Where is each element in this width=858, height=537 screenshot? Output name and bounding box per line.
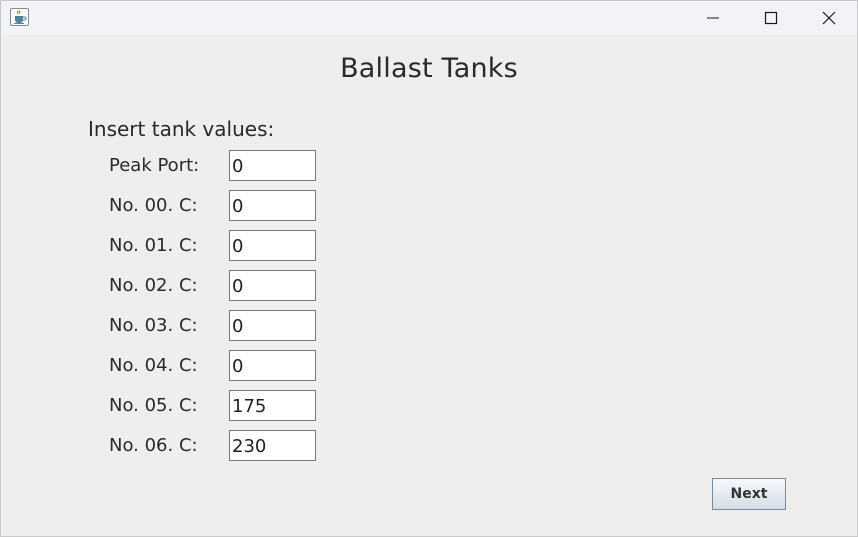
tank-value-input[interactable]	[229, 190, 316, 221]
tank-value-input[interactable]	[229, 230, 316, 261]
minimize-icon	[707, 17, 719, 19]
instructions-label: Insert tank values:	[88, 117, 275, 141]
tank-label: No. 04. C:	[109, 355, 198, 376]
close-button[interactable]	[800, 1, 858, 35]
minimize-button[interactable]	[684, 1, 742, 35]
tank-label: No. 01. C:	[109, 235, 198, 256]
tank-label: No. 05. C:	[109, 395, 198, 416]
tank-row-00: No. 00. C:	[1, 190, 401, 222]
title-bar[interactable]	[1, 1, 857, 35]
tank-value-input[interactable]	[229, 150, 316, 181]
page-title: Ballast Tanks	[340, 53, 518, 84]
close-icon	[822, 11, 836, 25]
tank-row-05: No. 05. C:	[1, 390, 401, 422]
tank-label: Peak Port:	[109, 155, 200, 176]
tank-value-input[interactable]	[229, 350, 316, 381]
next-button[interactable]: Next	[712, 478, 786, 510]
tank-row-02: No. 02. C:	[1, 270, 401, 302]
maximize-icon	[764, 11, 778, 25]
tank-label: No. 03. C:	[109, 315, 198, 336]
tank-value-input[interactable]	[229, 270, 316, 301]
java-coffee-cup-icon[interactable]	[10, 8, 29, 26]
tank-value-input[interactable]	[229, 390, 316, 421]
tank-label: No. 00. C:	[109, 195, 198, 216]
tank-row-04: No. 04. C:	[1, 350, 401, 382]
tank-value-input[interactable]	[229, 430, 316, 461]
tank-row-03: No. 03. C:	[1, 310, 401, 342]
tank-row-01: No. 01. C:	[1, 230, 401, 262]
tank-value-input[interactable]	[229, 310, 316, 341]
tank-label: No. 02. C:	[109, 275, 198, 296]
tank-label: No. 06. C:	[109, 435, 198, 456]
app-window: Ballast Tanks Insert tank values: Peak P…	[0, 0, 858, 537]
tank-row-peak-port: Peak Port:	[1, 150, 401, 182]
maximize-button[interactable]	[742, 1, 800, 35]
tank-row-06: No. 06. C:	[1, 430, 401, 462]
